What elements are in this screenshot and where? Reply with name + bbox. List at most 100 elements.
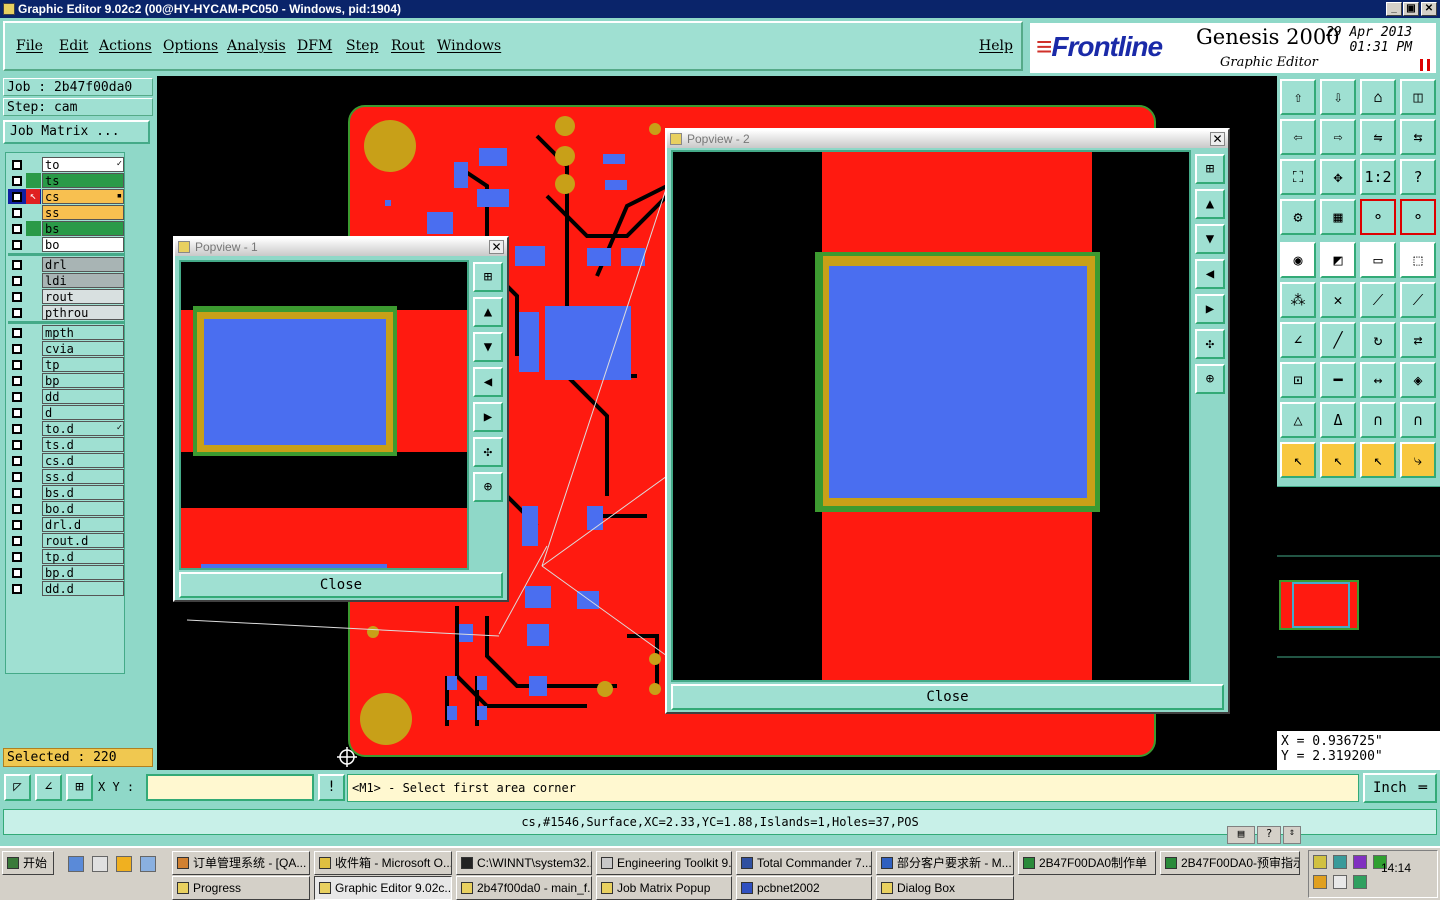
- tools-icon[interactable]: ⚙: [1280, 199, 1316, 235]
- measure-angle-icon[interactable]: ∠: [35, 774, 62, 801]
- layer-row-bs[interactable]: bs: [8, 221, 124, 236]
- layer-checkbox[interactable]: [12, 488, 22, 498]
- popview-1-view[interactable]: [179, 260, 469, 570]
- tool-icon[interactable]: [116, 856, 132, 872]
- pv1-zoom-in-icon[interactable]: ⊕: [473, 472, 503, 502]
- layer-row-ts[interactable]: ts: [8, 173, 124, 188]
- pv2-zoom-out-icon[interactable]: ✣: [1195, 329, 1225, 359]
- layer-checkbox[interactable]: [12, 536, 22, 546]
- layer-checkbox[interactable]: [12, 344, 22, 354]
- layer-row-cs[interactable]: ↖ cs ▪: [8, 189, 124, 204]
- layer-row-rout-d[interactable]: rout.d: [8, 533, 124, 548]
- window-title-bar[interactable]: Graphic Editor 9.02c2 (00@HY-HYCAM-PC050…: [0, 0, 1440, 18]
- home-icon[interactable]: ⌂: [1360, 79, 1396, 115]
- layer-row-to-d[interactable]: to.d ✓: [8, 421, 124, 436]
- slash-icon[interactable]: ╱: [1320, 322, 1356, 358]
- popview-2-view[interactable]: [671, 150, 1191, 682]
- popview-2-close-button[interactable]: Close: [671, 684, 1224, 710]
- layer-row-bo[interactable]: bo: [8, 237, 124, 252]
- move-icon[interactable]: ⊡: [1280, 362, 1316, 398]
- layer-row-ldi[interactable]: ldi: [8, 273, 124, 288]
- layer-row-d[interactable]: d: [8, 405, 124, 420]
- popview-2-close-icon[interactable]: ✕: [1210, 132, 1225, 146]
- layer-row-bs-d[interactable]: bs.d: [8, 485, 124, 500]
- start-button[interactable]: 开始: [2, 851, 54, 875]
- xy-input[interactable]: [146, 774, 314, 801]
- ie-icon[interactable]: [68, 856, 84, 872]
- close-window-button[interactable]: ✕: [1421, 2, 1437, 16]
- pv1-pan-right-icon[interactable]: ▶: [473, 402, 503, 432]
- layer-checkbox[interactable]: [12, 360, 22, 370]
- layer-checkbox[interactable]: [12, 424, 22, 434]
- line-point-icon[interactable]: ⟋: [1360, 282, 1396, 318]
- task-excel-review[interactable]: 2B47F00DA0-预审指示: [1160, 851, 1300, 875]
- grid-toggle-icon[interactable]: ⊞: [66, 774, 93, 801]
- zoom-one-to-one-icon[interactable]: 1:2: [1360, 159, 1396, 195]
- pv2-zoom-in-icon[interactable]: ⊕: [1195, 364, 1225, 394]
- layer-checkbox[interactable]: [12, 376, 22, 386]
- task-word-doc[interactable]: 部分客户要求新 - M...: [876, 851, 1014, 875]
- popview-2-title-bar[interactable]: Popview - 2 ✕: [667, 130, 1228, 148]
- zoom-center-icon[interactable]: ✥: [1320, 159, 1356, 195]
- pan-left-icon[interactable]: ⇦: [1280, 119, 1316, 155]
- mirror-icon[interactable]: ⇋: [1360, 119, 1396, 155]
- layer-row-bp-d[interactable]: bp.d: [8, 565, 124, 580]
- scroll-icon[interactable]: ⇕: [1283, 826, 1301, 844]
- layer-row-bo-d[interactable]: bo.d: [8, 501, 124, 516]
- maximize-button[interactable]: ▣: [1403, 2, 1419, 16]
- layer-checkbox[interactable]: [12, 308, 22, 318]
- popview-1-window[interactable]: Popview - 1 ✕ ⊞ ▲ ▼ ◀ ▶ ✣ ⊕ Close: [173, 236, 509, 602]
- horizontal-icon[interactable]: ━: [1320, 362, 1356, 398]
- layer-checkbox[interactable]: [12, 456, 22, 466]
- pointer-select-icon[interactable]: ↖: [1360, 442, 1396, 478]
- zoom-fit-icon[interactable]: ⛶: [1280, 159, 1316, 195]
- menu-options[interactable]: Options: [163, 38, 218, 54]
- tray-icon-1[interactable]: [1313, 855, 1327, 869]
- desktop-icon[interactable]: [140, 856, 156, 872]
- pointer-box-icon[interactable]: ↖: [1320, 442, 1356, 478]
- layer-checkbox[interactable]: [12, 208, 22, 218]
- line-end-icon[interactable]: ⟋: [1400, 282, 1436, 318]
- flip-icon[interactable]: ⇄: [1400, 322, 1436, 358]
- menu-actions[interactable]: Actions: [99, 38, 152, 54]
- popview-2-window[interactable]: Popview - 2 ✕ ⊞ ▲ ▼ ◀ ▶ ✣ ⊕ Close: [665, 128, 1230, 714]
- layer-checkbox[interactable]: [12, 472, 22, 482]
- task-progress[interactable]: Progress: [172, 876, 310, 900]
- triangle-outline-icon[interactable]: Δ: [1320, 402, 1356, 438]
- rotate-icon[interactable]: ↻: [1360, 322, 1396, 358]
- task-dialog-box[interactable]: Dialog Box: [876, 876, 1014, 900]
- ruler-icon[interactable]: ▭: [1360, 242, 1396, 278]
- layer-checkbox[interactable]: [12, 240, 22, 250]
- task-total-commander[interactable]: Total Commander 7....: [736, 851, 872, 875]
- help-small-icon[interactable]: ?: [1257, 826, 1281, 844]
- layer-row-tp-d[interactable]: tp.d: [8, 549, 124, 564]
- layer-checkbox[interactable]: [12, 176, 22, 186]
- tray-icon-2[interactable]: [1333, 855, 1347, 869]
- task-cmd[interactable]: C:\WINNT\system32...: [456, 851, 592, 875]
- layer-checkbox[interactable]: [12, 260, 22, 270]
- overview-map[interactable]: [1277, 486, 1440, 736]
- measure-icon[interactable]: ◩: [1320, 242, 1356, 278]
- help-icon[interactable]: ?: [1400, 159, 1436, 195]
- layer-checkbox[interactable]: [12, 584, 22, 594]
- layer-checkbox[interactable]: [12, 292, 22, 302]
- pv2-pan-right-icon[interactable]: ▶: [1195, 294, 1225, 324]
- layer-checkbox[interactable]: [12, 224, 22, 234]
- arch-icon[interactable]: ∩: [1360, 402, 1396, 438]
- pv2-pan-left-icon[interactable]: ◀: [1195, 259, 1225, 289]
- pv2-zoom-window-icon[interactable]: ⊞: [1195, 154, 1225, 184]
- split-view-icon[interactable]: ◫: [1400, 79, 1436, 115]
- shapes-icon[interactable]: ◈: [1400, 362, 1436, 398]
- task-excel-order[interactable]: 2B47F00DA0制作单: [1018, 851, 1156, 875]
- layer-row-pthrou[interactable]: pthrou: [8, 305, 124, 320]
- zoom-area-icon[interactable]: ◸: [4, 774, 31, 801]
- layer-row-drl-d[interactable]: drl.d: [8, 517, 124, 532]
- layer-row-rout[interactable]: rout: [8, 289, 124, 304]
- task-outlook[interactable]: 收件箱 - Microsoft O...: [314, 851, 452, 875]
- layer-checkbox[interactable]: [12, 440, 22, 450]
- pause-icon[interactable]: [1420, 59, 1430, 71]
- menu-windows[interactable]: Windows: [437, 38, 501, 54]
- task-order-system[interactable]: 订单管理系统 - [QA...: [172, 851, 310, 875]
- layer-row-cvia[interactable]: cvia: [8, 341, 124, 356]
- swap-icon[interactable]: ⇆: [1400, 119, 1436, 155]
